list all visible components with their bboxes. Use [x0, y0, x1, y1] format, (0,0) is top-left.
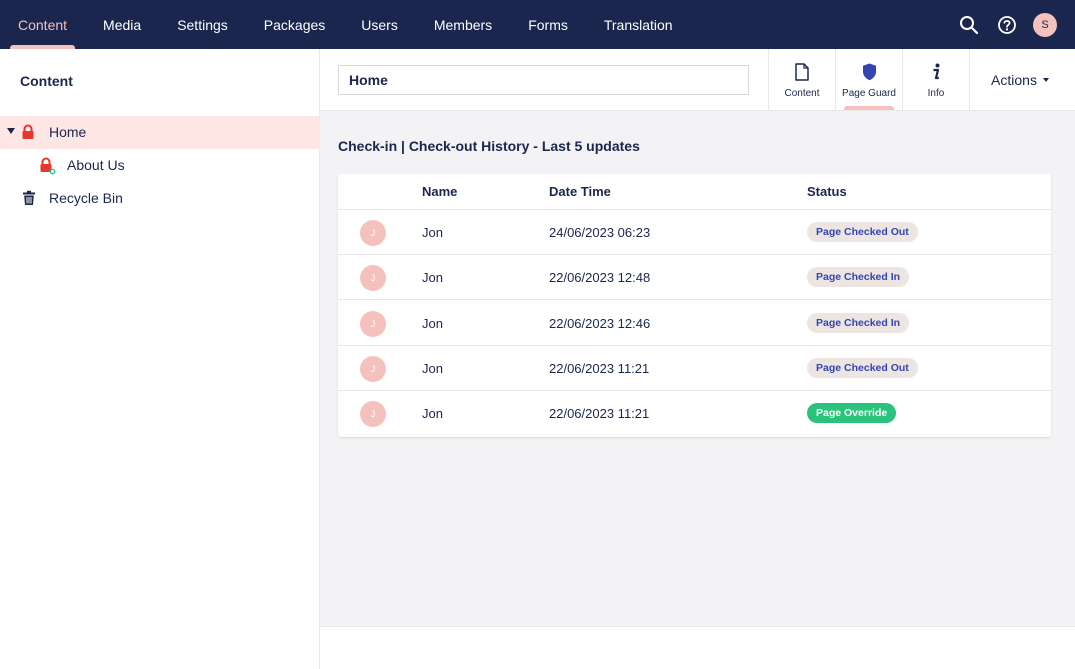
section-nav: Content Media Settings Packages Users Me…	[0, 0, 691, 49]
nav-translation[interactable]: Translation	[586, 0, 691, 49]
shield-icon	[860, 63, 878, 81]
row-name: Jon	[422, 270, 443, 285]
user-avatar: J	[360, 356, 386, 382]
table-row: J Jon 22/06/2023 11:21 Page Checked Out	[338, 346, 1051, 391]
tree-item-label: Recycle Bin	[49, 190, 123, 206]
document-icon	[793, 63, 811, 81]
table-row: J Jon 24/06/2023 06:23 Page Checked Out	[338, 210, 1051, 255]
row-name: Jon	[422, 406, 443, 421]
info-icon	[927, 63, 945, 81]
user-avatar[interactable]: S	[1033, 12, 1057, 37]
user-avatar: J	[360, 220, 386, 246]
row-datetime: 22/06/2023 12:46	[549, 316, 651, 331]
editor-header: Content Page Guard Info Actions	[320, 49, 1075, 111]
content-tree: Home About Us Recycle Bin	[0, 116, 320, 215]
active-indicator	[844, 106, 894, 110]
sidebar-title: Content	[20, 73, 73, 89]
nav-media[interactable]: Media	[85, 0, 159, 49]
user-avatar: J	[360, 401, 386, 427]
table-header: Name Date Time Status	[338, 174, 1051, 210]
nav-settings[interactable]: Settings	[159, 0, 246, 49]
app-content[interactable]: Content	[769, 49, 836, 110]
column-header-status: Status	[807, 184, 847, 199]
history-table: Name Date Time Status J Jon 24/06/2023 0…	[338, 174, 1051, 437]
help-icon[interactable]	[995, 13, 1019, 37]
lock-icon	[20, 124, 36, 140]
chevron-down-icon	[1042, 77, 1049, 82]
actions-dropdown[interactable]: Actions	[965, 49, 1075, 110]
top-right-tools: S	[957, 0, 1075, 49]
history-title: Check-in | Check-out History - Last 5 up…	[338, 138, 640, 154]
app-page-guard[interactable]: Page Guard	[836, 49, 903, 110]
tree-item-recycle-bin[interactable]: Recycle Bin	[0, 182, 320, 215]
nav-members[interactable]: Members	[416, 0, 510, 49]
column-header-name: Name	[422, 184, 458, 199]
status-badge: Page Override	[807, 403, 897, 423]
row-name: Jon	[422, 316, 443, 331]
lock-published-icon	[38, 157, 56, 175]
nav-users[interactable]: Users	[343, 0, 416, 49]
content-apps: Content Page Guard Info	[768, 49, 970, 110]
editor-footer	[320, 626, 1075, 669]
row-name: Jon	[422, 225, 443, 240]
tree-item-label: About Us	[67, 157, 125, 173]
user-avatar: J	[360, 311, 386, 337]
top-navigation-bar: Content Media Settings Packages Users Me…	[0, 0, 1075, 49]
row-datetime: 22/06/2023 12:48	[549, 270, 651, 285]
table-row: J Jon 22/06/2023 12:48 Page Checked In	[338, 255, 1051, 300]
app-info[interactable]: Info	[903, 49, 970, 110]
tree-item-label: Home	[49, 124, 87, 140]
app-label: Page Guard	[842, 88, 896, 99]
status-badge: Page Checked Out	[807, 358, 918, 378]
trash-icon	[21, 190, 37, 206]
search-icon[interactable]	[957, 13, 981, 37]
app-label: Content	[784, 88, 820, 99]
row-datetime: 24/06/2023 06:23	[549, 225, 651, 240]
table-row: J Jon 22/06/2023 11:21 Page Override	[338, 391, 1051, 436]
node-name-input[interactable]	[338, 65, 749, 95]
nav-packages[interactable]: Packages	[246, 0, 343, 49]
nav-content[interactable]: Content	[0, 0, 85, 49]
column-header-datetime: Date Time	[549, 184, 611, 199]
status-badge: Page Checked Out	[807, 222, 918, 242]
expand-caret-icon[interactable]	[7, 128, 15, 134]
row-datetime: 22/06/2023 11:21	[549, 406, 650, 421]
actions-label: Actions	[991, 71, 1037, 88]
row-name: Jon	[422, 361, 443, 376]
status-badge: Page Checked In	[807, 267, 910, 287]
table-row: J Jon 22/06/2023 12:46 Page Checked In	[338, 301, 1051, 346]
tree-item-home[interactable]: Home	[0, 116, 320, 149]
app-label: Info	[927, 88, 945, 99]
tree-item-about-us[interactable]: About Us	[0, 149, 320, 182]
status-badge: Page Checked In	[807, 313, 910, 333]
content-tree-sidebar: Content Home About Us Recycle Bin	[0, 49, 320, 669]
nav-forms[interactable]: Forms	[510, 0, 586, 49]
user-avatar: J	[360, 265, 386, 291]
row-datetime: 22/06/2023 11:21	[549, 361, 650, 376]
